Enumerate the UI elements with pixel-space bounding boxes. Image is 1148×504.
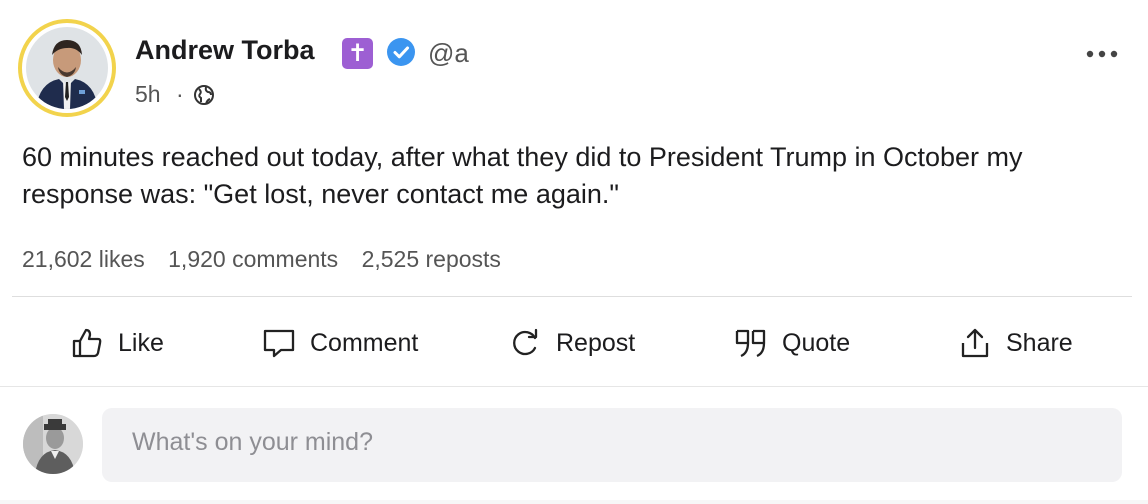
divider — [12, 296, 1132, 297]
bottom-edge — [0, 500, 1148, 504]
avatar-image — [26, 27, 108, 109]
composer-box[interactable]: What's on your mind? — [102, 408, 1122, 482]
share-icon — [961, 328, 989, 358]
post-timestamp[interactable]: 5h — [135, 81, 161, 108]
verified-check-icon — [387, 38, 415, 66]
author-name[interactable]: Andrew Torba — [135, 35, 315, 66]
globe-icon — [194, 85, 214, 105]
cross-icon: ✝ — [342, 38, 373, 69]
comment-label: Comment — [310, 328, 419, 357]
thumbs-up-icon — [72, 328, 102, 358]
quote-button[interactable]: Quote — [734, 320, 850, 366]
post-body-text: 60 minutes reached out today, after what… — [22, 142, 1023, 209]
post-card: Andrew Torba ✝ @a 5h · 60 minutes reache… — [0, 0, 1148, 504]
share-button[interactable]: Share — [958, 320, 1073, 366]
ellipsis-icon[interactable] — [1084, 44, 1120, 64]
divider — [0, 386, 1148, 387]
comments-count[interactable]: 1,920 comments — [168, 246, 338, 272]
repost-label: Repost — [556, 328, 636, 357]
share-label: Share — [1006, 328, 1073, 357]
repost-button[interactable]: Repost — [508, 320, 635, 366]
comment-button[interactable]: Comment — [262, 320, 418, 366]
like-label: Like — [118, 328, 164, 357]
current-user-avatar[interactable] — [23, 414, 83, 474]
meta-separator: · — [176, 81, 184, 107]
post-stats: 21,602 likes 1,920 comments 2,525 repost… — [22, 246, 518, 273]
quote-label: Quote — [782, 328, 851, 357]
repost-icon — [513, 328, 538, 356]
author-avatar[interactable] — [18, 19, 116, 117]
like-button[interactable]: Like — [70, 320, 164, 366]
composer-input[interactable]: What's on your mind? — [132, 428, 1032, 457]
likes-count[interactable]: 21,602 likes — [22, 246, 145, 272]
quote-icon — [735, 329, 766, 358]
author-handle[interactable]: @a — [428, 38, 469, 69]
comment-icon — [263, 329, 295, 358]
reposts-count[interactable]: 2,525 reposts — [362, 246, 501, 272]
